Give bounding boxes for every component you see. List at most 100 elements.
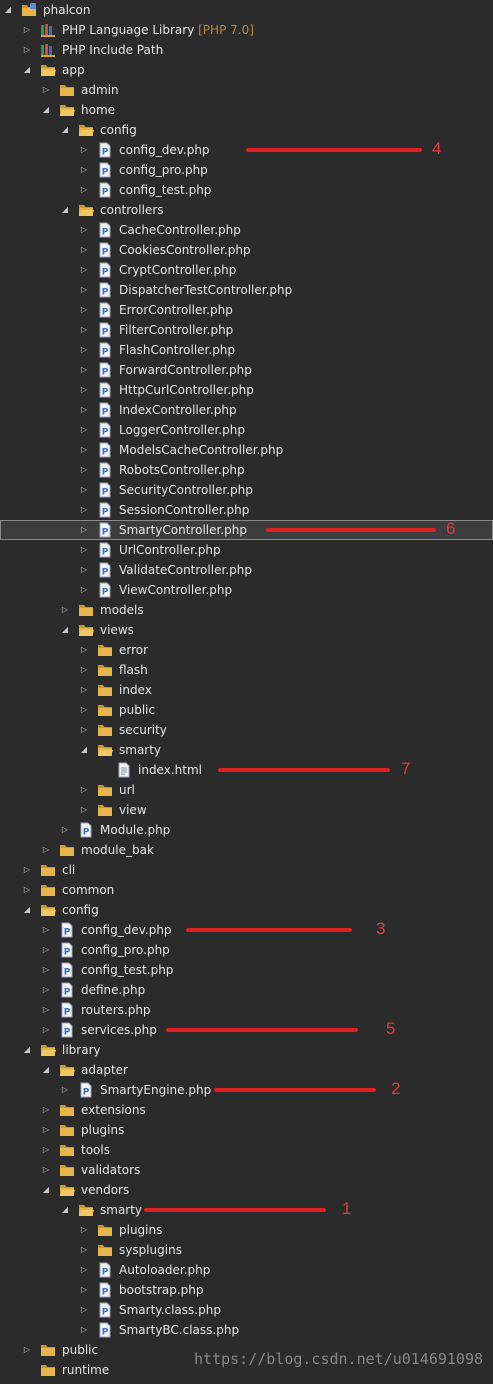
collapsed-arrow-icon[interactable]: ▷ bbox=[78, 160, 90, 180]
tree-item-config[interactable]: ◢ config bbox=[0, 120, 493, 140]
expanded-arrow-icon[interactable]: ◢ bbox=[59, 1200, 71, 1220]
collapsed-arrow-icon[interactable]: ▷ bbox=[40, 80, 52, 100]
tree-item-config-test-php[interactable]: ▷ Pconfig_test.php bbox=[0, 180, 493, 200]
tree-item-cryptcontroller-php[interactable]: ▷ P CryptController.php bbox=[0, 260, 493, 280]
collapsed-arrow-icon[interactable]: ▷ bbox=[78, 1300, 90, 1320]
expanded-arrow-icon[interactable]: ◢ bbox=[2, 0, 14, 20]
tree-item-admin[interactable]: ▷ admin bbox=[0, 80, 493, 100]
tree-item-php-include-path[interactable]: ▷ PHP Include Path bbox=[0, 40, 493, 60]
tree-item-plugins[interactable]: ▷ plugins bbox=[0, 1220, 493, 1240]
collapsed-arrow-icon[interactable]: ▷ bbox=[78, 500, 90, 520]
collapsed-arrow-icon[interactable]: ▷ bbox=[40, 840, 52, 860]
expanded-arrow-icon[interactable]: ◢ bbox=[59, 620, 71, 640]
collapsed-arrow-icon[interactable]: ▷ bbox=[78, 460, 90, 480]
tree-item-config[interactable]: ◢ config bbox=[0, 900, 493, 920]
collapsed-arrow-icon[interactable]: ▷ bbox=[78, 320, 90, 340]
collapsed-arrow-icon[interactable]: ▷ bbox=[40, 940, 52, 960]
tree-item-robotscontroller-php[interactable]: ▷ P RobotsController.php bbox=[0, 460, 493, 480]
tree-item-smarty[interactable]: ◢ smarty bbox=[0, 740, 493, 760]
collapsed-arrow-icon[interactable]: ▷ bbox=[78, 580, 90, 600]
collapsed-arrow-icon[interactable]: ▷ bbox=[78, 300, 90, 320]
tree-item-sessioncontroller-php[interactable]: ▷ P SessionController.php bbox=[0, 500, 493, 520]
tree-item-models[interactable]: ▷ models bbox=[0, 600, 493, 620]
tree-item-module-php[interactable]: ▷ P Module.php bbox=[0, 820, 493, 840]
tree-item-app[interactable]: ◢ app bbox=[0, 60, 493, 80]
collapsed-arrow-icon[interactable]: ▷ bbox=[59, 1080, 71, 1100]
collapsed-arrow-icon[interactable]: ▷ bbox=[21, 20, 33, 40]
collapsed-arrow-icon[interactable]: ▷ bbox=[40, 1120, 52, 1140]
collapsed-arrow-icon[interactable]: ▷ bbox=[40, 920, 52, 940]
tree-item-views[interactable]: ◢ views bbox=[0, 620, 493, 640]
tree-item-filtercontroller-php[interactable]: ▷ P FilterController.php bbox=[0, 320, 493, 340]
tree-item-securitycontroller-php[interactable]: ▷ P SecurityController.php bbox=[0, 480, 493, 500]
collapsed-arrow-icon[interactable]: ▷ bbox=[78, 260, 90, 280]
collapsed-arrow-icon[interactable]: ▷ bbox=[78, 780, 90, 800]
tree-item-adapter[interactable]: ◢ adapter bbox=[0, 1060, 493, 1080]
tree-item-php-language-library[interactable]: ▷ PHP Language Library [PHP 7.0] bbox=[0, 20, 493, 40]
collapsed-arrow-icon[interactable]: ▷ bbox=[78, 1320, 90, 1340]
collapsed-arrow-icon[interactable]: ▷ bbox=[21, 860, 33, 880]
collapsed-arrow-icon[interactable]: ▷ bbox=[78, 640, 90, 660]
tree-item-library[interactable]: ◢ library bbox=[0, 1040, 493, 1060]
collapsed-arrow-icon[interactable]: ▷ bbox=[78, 420, 90, 440]
collapsed-arrow-icon[interactable]: ▷ bbox=[78, 1220, 90, 1240]
collapsed-arrow-icon[interactable]: ▷ bbox=[59, 600, 71, 620]
tree-item-phalcon[interactable]: ◢ phalcon bbox=[0, 0, 493, 20]
collapsed-arrow-icon[interactable]: ▷ bbox=[78, 380, 90, 400]
tree-item-cachecontroller-php[interactable]: ▷ P CacheController.php bbox=[0, 220, 493, 240]
collapsed-arrow-icon[interactable]: ▷ bbox=[78, 1280, 90, 1300]
tree-item-httpcurlcontroller-php[interactable]: ▷ P HttpCurlController.php bbox=[0, 380, 493, 400]
expanded-arrow-icon[interactable]: ◢ bbox=[40, 100, 52, 120]
tree-item-home[interactable]: ◢ home bbox=[0, 100, 493, 120]
collapsed-arrow-icon[interactable]: ▷ bbox=[40, 1140, 52, 1160]
collapsed-arrow-icon[interactable]: ▷ bbox=[40, 1100, 52, 1120]
tree-item-extensions[interactable]: ▷ extensions bbox=[0, 1100, 493, 1120]
collapsed-arrow-icon[interactable]: ▷ bbox=[78, 240, 90, 260]
tree-item-security[interactable]: ▷ security bbox=[0, 720, 493, 740]
expanded-arrow-icon[interactable]: ◢ bbox=[21, 60, 33, 80]
collapsed-arrow-icon[interactable]: ▷ bbox=[78, 480, 90, 500]
tree-item-flash[interactable]: ▷ flash bbox=[0, 660, 493, 680]
tree-item-config-pro-php[interactable]: ▷ Pconfig_pro.php bbox=[0, 940, 493, 960]
tree-item-module-bak[interactable]: ▷ module_bak bbox=[0, 840, 493, 860]
collapsed-arrow-icon[interactable]: ▷ bbox=[78, 360, 90, 380]
tree-item-modelscachecontroller-php[interactable]: ▷ P ModelsCacheController.php bbox=[0, 440, 493, 460]
expanded-arrow-icon[interactable]: ◢ bbox=[21, 900, 33, 920]
tree-item-index[interactable]: ▷ index bbox=[0, 680, 493, 700]
collapsed-arrow-icon[interactable]: ▷ bbox=[40, 980, 52, 1000]
tree-item-bootstrap-php[interactable]: ▷ Pbootstrap.php bbox=[0, 1280, 493, 1300]
tree-item-error[interactable]: ▷ error bbox=[0, 640, 493, 660]
collapsed-arrow-icon[interactable]: ▷ bbox=[78, 720, 90, 740]
tree-item-indexcontroller-php[interactable]: ▷ P IndexController.php bbox=[0, 400, 493, 420]
collapsed-arrow-icon[interactable]: ▷ bbox=[40, 1000, 52, 1020]
tree-item-smartybc-class-php[interactable]: ▷ P SmartyBC.class.php bbox=[0, 1320, 493, 1340]
tree-item-public[interactable]: ▷ public bbox=[0, 700, 493, 720]
collapsed-arrow-icon[interactable]: ▷ bbox=[78, 520, 90, 540]
collapsed-arrow-icon[interactable]: ▷ bbox=[78, 140, 90, 160]
tree-item-viewcontroller-php[interactable]: ▷ P ViewController.php bbox=[0, 580, 493, 600]
tree-item-controllers[interactable]: ◢ controllers bbox=[0, 200, 493, 220]
tree-item-plugins[interactable]: ▷ plugins bbox=[0, 1120, 493, 1140]
tree-item-loggercontroller-php[interactable]: ▷ P LoggerController.php bbox=[0, 420, 493, 440]
tree-item-urlcontroller-php[interactable]: ▷ P UrlController.php bbox=[0, 540, 493, 560]
tree-item-config-pro-php[interactable]: ▷ Pconfig_pro.php bbox=[0, 160, 493, 180]
collapsed-arrow-icon[interactable]: ▷ bbox=[40, 960, 52, 980]
collapsed-arrow-icon[interactable]: ▷ bbox=[78, 680, 90, 700]
expanded-arrow-icon[interactable]: ◢ bbox=[21, 1040, 33, 1060]
collapsed-arrow-icon[interactable]: ▷ bbox=[78, 400, 90, 420]
expanded-arrow-icon[interactable]: ◢ bbox=[59, 120, 71, 140]
collapsed-arrow-icon[interactable]: ▷ bbox=[78, 1240, 90, 1260]
collapsed-arrow-icon[interactable]: ▷ bbox=[78, 700, 90, 720]
tree-item-validatecontroller-php[interactable]: ▷ P ValidateController.php bbox=[0, 560, 493, 580]
tree-item-errorcontroller-php[interactable]: ▷ P ErrorController.php bbox=[0, 300, 493, 320]
collapsed-arrow-icon[interactable]: ▷ bbox=[21, 880, 33, 900]
tree-item-sysplugins[interactable]: ▷ sysplugins bbox=[0, 1240, 493, 1260]
tree-item-vendors[interactable]: ◢ vendors bbox=[0, 1180, 493, 1200]
collapsed-arrow-icon[interactable]: ▷ bbox=[78, 540, 90, 560]
collapsed-arrow-icon[interactable]: ▷ bbox=[78, 440, 90, 460]
collapsed-arrow-icon[interactable]: ▷ bbox=[40, 1160, 52, 1180]
collapsed-arrow-icon[interactable]: ▷ bbox=[78, 220, 90, 240]
collapsed-arrow-icon[interactable]: ▷ bbox=[78, 660, 90, 680]
expanded-arrow-icon[interactable]: ◢ bbox=[40, 1180, 52, 1200]
expanded-arrow-icon[interactable]: ◢ bbox=[59, 200, 71, 220]
